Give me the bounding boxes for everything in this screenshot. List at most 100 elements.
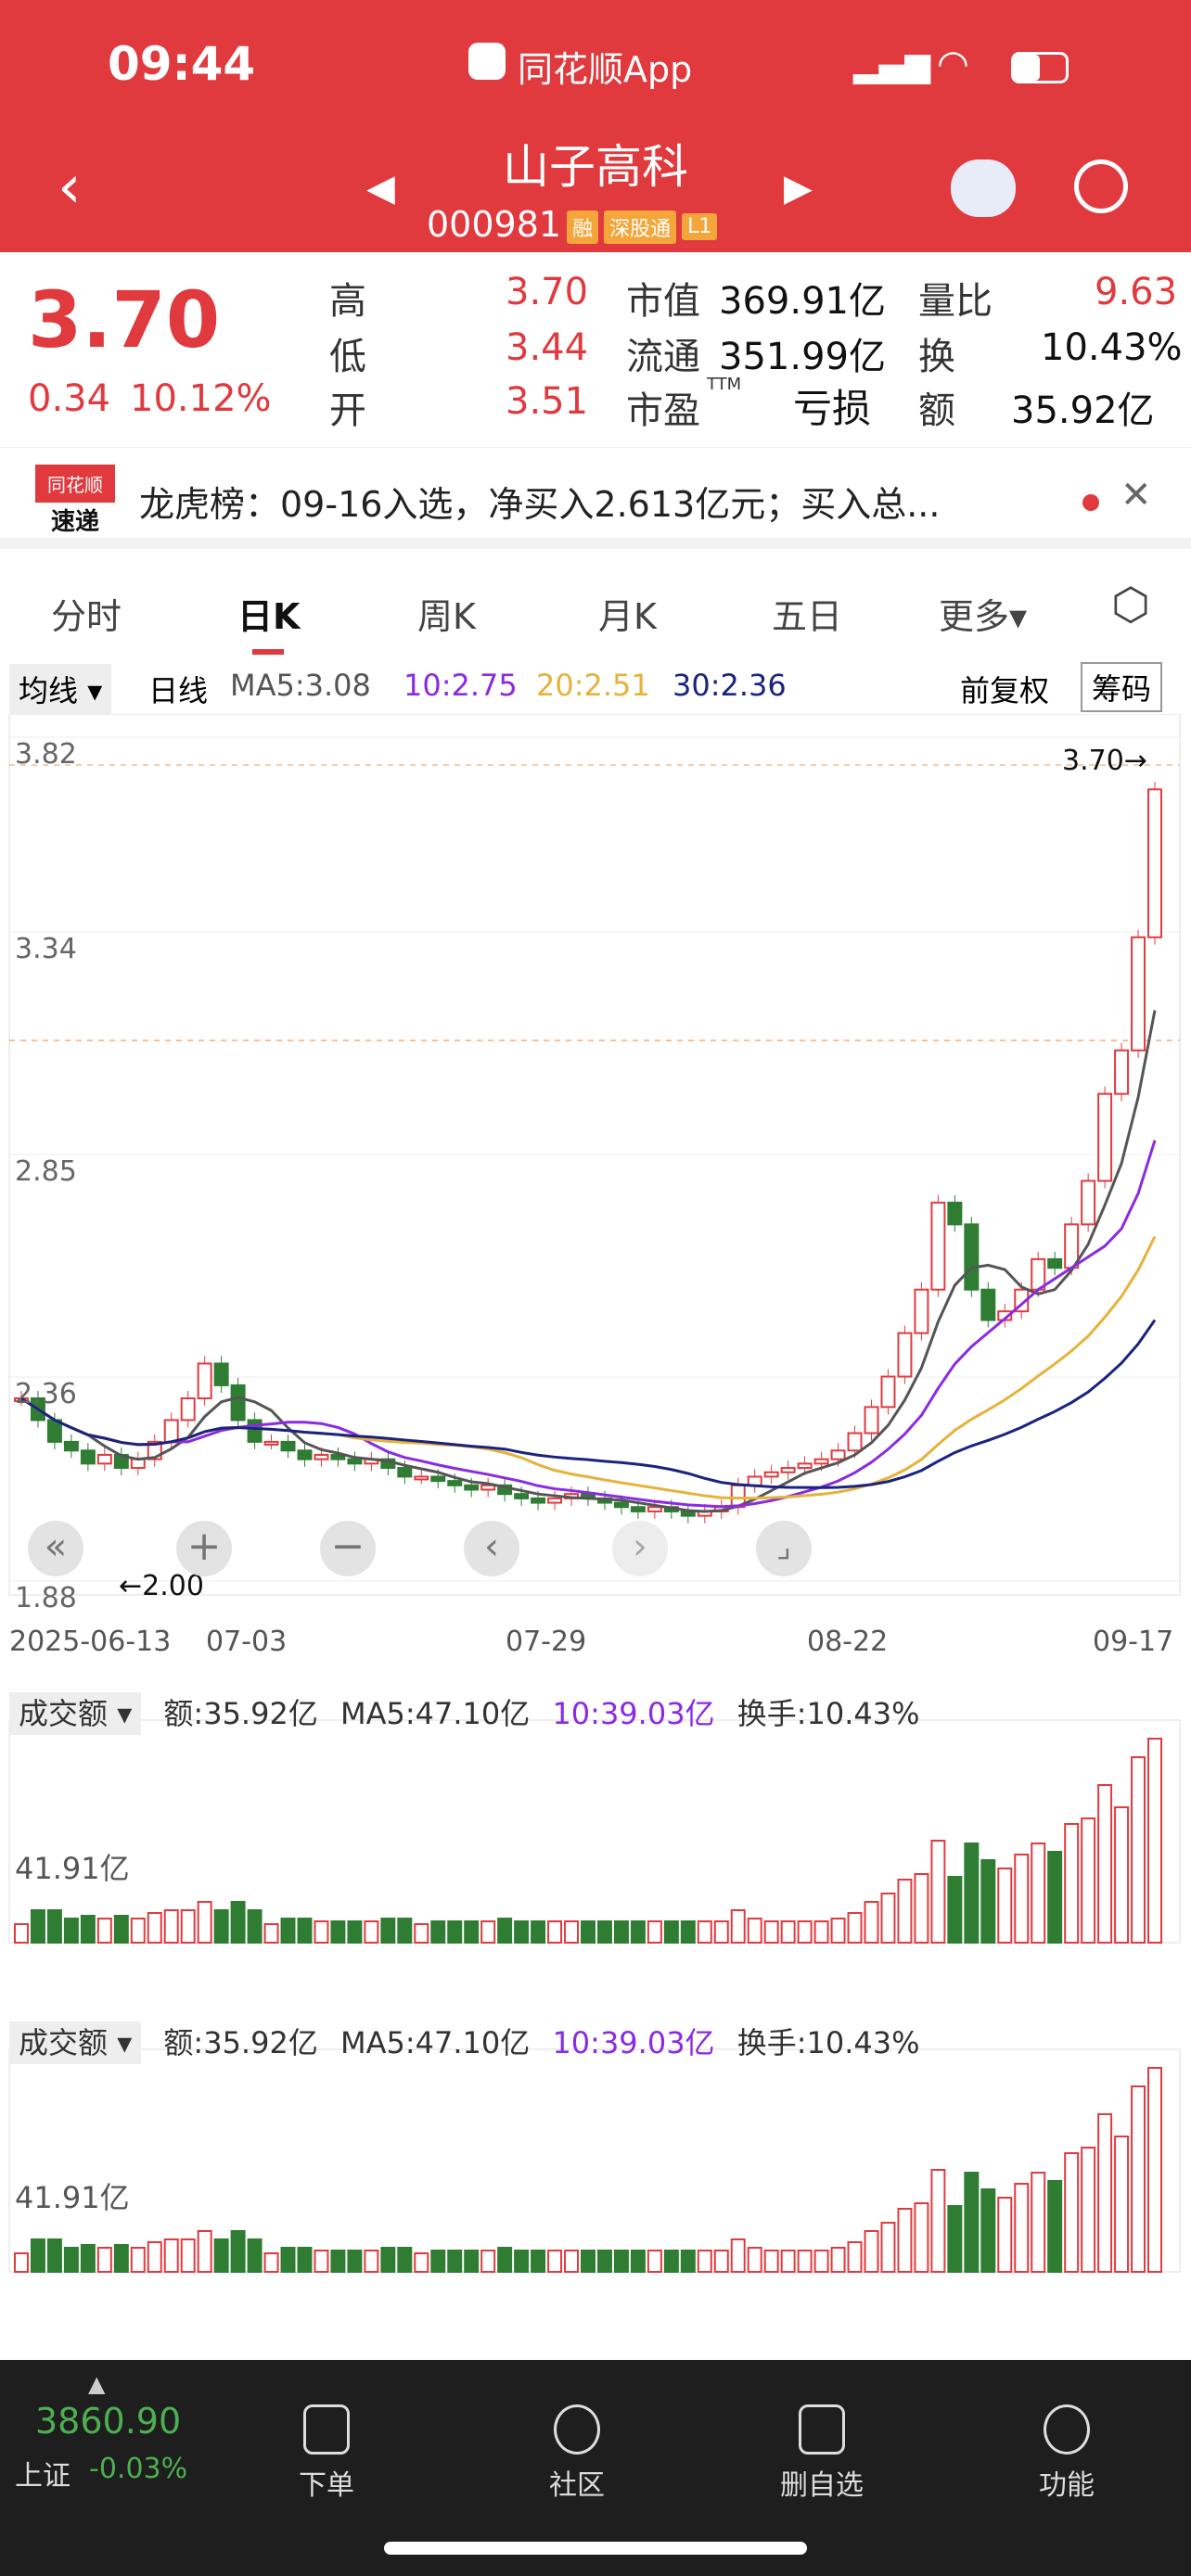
- volume-bar: [697, 2250, 712, 2273]
- candle-body: [430, 1475, 446, 1483]
- scroll-right-icon[interactable]: ›: [612, 1521, 668, 1576]
- volume-select[interactable]: 成交额 ▾: [9, 2021, 142, 2064]
- candle-body: [531, 1497, 546, 1504]
- fast-back-icon[interactable]: «: [28, 1521, 83, 1576]
- volume-y-label: 41.91亿: [15, 1851, 130, 1886]
- news-text[interactable]: 龙虎榜：09-16入选，净买入2.613亿元；买入总...: [139, 476, 940, 527]
- close-icon[interactable]: ✕: [1121, 474, 1152, 516]
- volume-bar: [747, 2247, 762, 2273]
- candle-body: [1114, 1049, 1130, 1095]
- label: 流通: [626, 336, 700, 378]
- candle-body: [947, 1201, 963, 1226]
- ma-type-select[interactable]: 均线 ▾: [9, 664, 112, 714]
- next-stock-icon[interactable]: ▶: [784, 167, 813, 210]
- volume-bar: [1114, 2136, 1130, 2273]
- candle-body: [163, 1419, 179, 1443]
- volume-bar: [697, 1920, 712, 1944]
- candle-body: [880, 1375, 896, 1409]
- volume-bar: [596, 2250, 612, 2273]
- volume-bar: [380, 1918, 396, 1944]
- volume-bar: [130, 1918, 146, 1944]
- volume-bar: [480, 1920, 496, 1944]
- candle-body: [464, 1484, 480, 1491]
- volume-bar: [864, 1901, 879, 1944]
- zoom-out-icon[interactable]: −: [320, 1521, 376, 1576]
- current-price: 3.70: [28, 274, 221, 365]
- date-label: 07-29: [506, 1626, 586, 1658]
- tab-five-day[interactable]: 五日: [772, 588, 842, 639]
- high-value: 3.70: [506, 271, 589, 313]
- candle-body: [613, 1501, 629, 1509]
- volume-bar: [414, 1923, 429, 1944]
- chip-button[interactable]: 筹码: [1081, 662, 1163, 712]
- volume-bar: [914, 1873, 929, 1944]
- candle-body: [1147, 788, 1162, 938]
- volume-bar: [647, 1920, 662, 1944]
- volume-bar: [14, 2252, 29, 2273]
- candle-body: [964, 1223, 980, 1291]
- volume-bar: [364, 2250, 379, 2273]
- volume-bar: [397, 1918, 413, 1944]
- volume-bar: [80, 1915, 96, 1944]
- volume-bar: [680, 2250, 696, 2273]
- low-value: 3.44: [506, 326, 589, 369]
- nav-remove-watch[interactable]: 删自选: [766, 2404, 877, 2503]
- tab-more[interactable]: 更多▾: [939, 588, 1027, 639]
- kline-chart[interactable]: 3.82 3.34 2.85 2.36 1.88 3.70→ ←2.00 2025-06-13…: [0, 714, 1191, 2327]
- date-label: 2025-06-13: [9, 1626, 171, 1658]
- label: 市值: [626, 280, 700, 323]
- adjust-button[interactable]: 前复权: [960, 668, 1049, 710]
- tab-weekly-k[interactable]: 周K: [417, 588, 476, 639]
- unread-dot-icon: [1082, 494, 1099, 511]
- volume-bar: [880, 2222, 896, 2273]
- zoom-in-icon[interactable]: +: [176, 1521, 232, 1576]
- fullscreen-icon[interactable]: ⌟: [756, 1521, 812, 1576]
- tab-intraday[interactable]: 分时: [51, 588, 122, 639]
- volume-bar: [613, 2250, 629, 2273]
- candle-body: [930, 1201, 946, 1291]
- pe-value: 亏损: [793, 386, 872, 431]
- news-bar[interactable]: 同花顺 速递 龙虎榜：09-16入选，净买入2.613亿元；买入总... ✕: [0, 447, 1191, 549]
- index-name: 上证: [15, 2460, 70, 2493]
- volume-bar: [564, 1920, 580, 1944]
- volume-bar: [397, 2247, 413, 2273]
- volume-bar: [763, 1920, 779, 1944]
- robot-assistant-icon[interactable]: [951, 159, 1016, 217]
- volume-bar: [113, 2244, 129, 2273]
- volume-bar: [263, 1923, 279, 1944]
- volume-bar: [964, 2172, 980, 2273]
- volume-bar: [480, 2250, 496, 2273]
- volume-bar: [830, 2247, 846, 2273]
- settings-hex-icon[interactable]: ⬡: [1111, 579, 1150, 631]
- candle-body: [897, 1332, 913, 1378]
- candle-body: [397, 1467, 413, 1478]
- volume-bar: [464, 2250, 480, 2273]
- volume-bar: [630, 2250, 646, 2273]
- volume-bar: [147, 2241, 162, 2273]
- volume-select[interactable]: 成交额 ▾: [9, 1692, 142, 1735]
- candle-body: [247, 1419, 263, 1443]
- candle-body: [80, 1449, 96, 1465]
- volume-bar: [830, 1918, 846, 1944]
- volume-bar: [581, 1920, 596, 1944]
- index-value[interactable]: 3860.90: [35, 2401, 181, 2442]
- volume-bar: [280, 1918, 296, 1944]
- candle-body: [914, 1288, 929, 1334]
- volume-bar: [730, 2238, 746, 2273]
- volume-bar: [497, 2247, 513, 2273]
- nav-functions[interactable]: 功能: [1011, 2404, 1122, 2503]
- volume-bar: [596, 1920, 612, 1944]
- nav-order[interactable]: 下单: [271, 2404, 382, 2503]
- volume-bar: [747, 1918, 762, 1944]
- label: 量比: [918, 280, 992, 323]
- scroll-left-icon[interactable]: ‹: [464, 1521, 519, 1576]
- tab-daily-k[interactable]: 日K: [237, 588, 300, 639]
- candle-body: [813, 1458, 829, 1465]
- candle-body: [314, 1453, 329, 1460]
- nav-community[interactable]: 社区: [521, 2404, 633, 2503]
- candle-body: [63, 1440, 79, 1452]
- search-icon[interactable]: [1074, 159, 1128, 213]
- ma5-value: MA5:3.08: [230, 668, 371, 703]
- candle-body: [297, 1449, 313, 1460]
- tab-monthly-k[interactable]: 月K: [598, 588, 657, 639]
